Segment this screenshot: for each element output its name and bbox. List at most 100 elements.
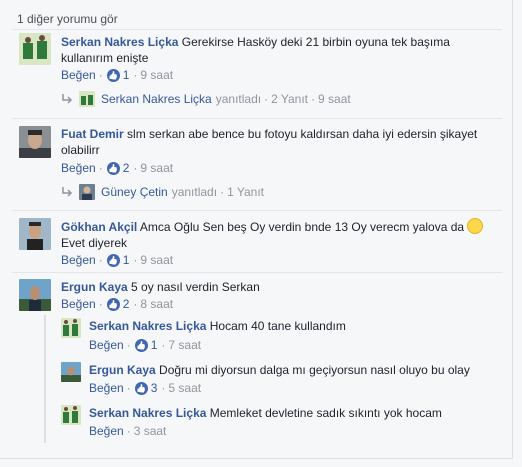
separator-dot: · — [98, 253, 103, 267]
comment-author[interactable]: Serkan Nakres Liçka — [61, 35, 178, 49]
reaction-summary[interactable]: 2 — [106, 297, 130, 311]
reply-action: yanıtladı — [171, 185, 218, 199]
divider — [12, 210, 502, 211]
reaction-summary[interactable]: 1 — [134, 338, 158, 352]
reply-body: Serkan Nakres Liçka Hocam 40 tane kullan… — [89, 318, 489, 334]
avatar[interactable] — [61, 318, 81, 338]
comment-author[interactable]: Fuat Demir — [61, 127, 124, 141]
reaction-count: 2 — [122, 297, 130, 311]
like-button[interactable]: Beğen — [61, 68, 96, 82]
comment-author[interactable]: Ergun Kaya — [61, 280, 128, 294]
reply-actions: Beğen · 1 · 7 saat — [89, 338, 201, 352]
avatar[interactable] — [61, 405, 81, 425]
timestamp[interactable]: 9 saat — [140, 68, 173, 82]
reply-author: Serkan Nakres Liçka — [101, 92, 212, 106]
reaction-summary[interactable]: 3 — [134, 381, 158, 395]
avatar[interactable] — [61, 362, 81, 382]
comments-panel: 1 diğer yorumu gör Serkan Nakres Liçka G… — [0, 0, 513, 459]
reply-arrow-icon — [62, 187, 73, 197]
comment-actions: Beğen · 1 · 9 saat — [61, 68, 173, 82]
separator-dot: · — [126, 381, 131, 395]
reaction-summary[interactable]: 1 — [106, 68, 129, 82]
timestamp[interactable]: 3 saat — [134, 424, 167, 438]
separator-dot: · — [133, 68, 138, 82]
separator-dot: · — [126, 338, 131, 352]
comment-text: slm serkan abe bence bu fotoyu kaldırsan… — [61, 127, 478, 157]
timestamp[interactable]: 7 saat — [168, 338, 201, 352]
reaction-summary[interactable]: 2 — [106, 161, 130, 175]
avatar — [79, 184, 95, 200]
comment-body: Fuat Demir slm serkan abe bence bu fotoy… — [61, 126, 491, 158]
reaction-count: 1 — [150, 338, 158, 352]
avatar[interactable] — [19, 279, 51, 311]
avatar[interactable] — [19, 126, 51, 158]
view-more-comments-link[interactable]: 1 diğer yorumu gör — [17, 12, 118, 26]
separator-dot: · — [220, 185, 225, 199]
reply-action: yanıtladı — [215, 92, 262, 106]
like-button[interactable]: Beğen — [89, 381, 124, 395]
reply-body: Serkan Nakres Liçka Memleket devletine s… — [89, 405, 489, 421]
avatar[interactable] — [19, 33, 51, 65]
comment-actions: Beğen · 2 · 9 saat — [61, 161, 173, 175]
timestamp[interactable]: 8 saat — [140, 297, 173, 311]
like-button[interactable]: Beğen — [61, 297, 96, 311]
reply-actions: Beğen · 3 saat — [89, 424, 166, 438]
reply-author: Güney Çetin — [101, 185, 168, 199]
separator-dot: · — [98, 161, 103, 175]
divider — [12, 272, 502, 273]
reply-body: Ergun Kaya Doğru mi diyorsun dalga mı ge… — [89, 362, 489, 378]
view-replies-link[interactable]: Güney Çetin yanıtladı · 1 Yanıt — [61, 184, 264, 200]
reply-count: 2 Yanıt — [271, 92, 309, 106]
reply-arrow-icon — [62, 94, 73, 104]
view-replies-link[interactable]: Serkan Nakres Liçka yanıtladı · 2 Yanıt … — [61, 91, 351, 107]
avatar — [79, 91, 95, 107]
like-button[interactable]: Beğen — [61, 253, 96, 267]
like-button[interactable]: Beğen — [61, 161, 96, 175]
like-icon — [106, 68, 120, 82]
comment-text-continued: Evet diyerek — [61, 236, 128, 250]
reply-actions: Beğen · 3 · 5 saat — [89, 381, 201, 395]
separator-dot: · — [133, 161, 138, 175]
reaction-count: 2 — [122, 161, 130, 175]
like-button[interactable]: Beğen — [89, 424, 124, 438]
smile-emoji-icon — [467, 218, 484, 234]
comment-actions: Beğen · 1 · 9 saat — [61, 253, 173, 267]
comment-actions: Beğen · 2 · 8 saat — [61, 297, 173, 311]
comment-body: Ergun Kaya 5 oy nasıl verdin Serkan — [61, 279, 491, 295]
timestamp: 9 saat — [318, 92, 351, 106]
reply-count: 1 Yanıt — [227, 185, 264, 199]
reply-text: Hocam 40 tane kullandım — [209, 319, 346, 333]
separator-dot: · — [98, 297, 103, 311]
reply-text: Memleket devletine sadık sıkıntı yok hoc… — [209, 406, 442, 420]
separator-dot: · — [161, 381, 166, 395]
comment-author[interactable]: Gökhan Akçil — [61, 220, 137, 234]
timestamp[interactable]: 9 saat — [140, 161, 173, 175]
reply-thread-line — [44, 315, 46, 443]
reaction-summary[interactable]: 1 — [106, 253, 130, 267]
timestamp[interactable]: 5 saat — [168, 381, 201, 395]
like-button[interactable]: Beğen — [89, 338, 124, 352]
reply-text: Doğru mi diyorsun dalga mı geçiyorsun na… — [159, 363, 470, 377]
separator-dot: · — [161, 338, 166, 352]
separator-dot: · — [126, 424, 131, 438]
reaction-count: 3 — [150, 381, 158, 395]
divider — [12, 29, 502, 30]
reply-author[interactable]: Ergun Kaya — [89, 363, 156, 377]
separator-dot: · — [98, 68, 103, 82]
avatar[interactable] — [19, 218, 51, 250]
like-icon — [134, 338, 148, 352]
separator-dot: · — [264, 92, 269, 106]
reply-author[interactable]: Serkan Nakres Liçka — [89, 319, 206, 333]
separator-dot: · — [311, 92, 316, 106]
reaction-count: 1 — [122, 253, 130, 267]
separator-dot: · — [133, 297, 138, 311]
comment-body: Serkan Nakres Liçka Gerekirse Hasköy dek… — [61, 34, 491, 66]
like-icon — [134, 381, 148, 395]
timestamp[interactable]: 9 saat — [140, 253, 173, 267]
separator-dot: · — [133, 253, 138, 267]
comment-body: Gökhan Akçil Amca Oğlu Sen beş Oy verdin… — [61, 218, 491, 251]
reply-author[interactable]: Serkan Nakres Liçka — [89, 406, 206, 420]
comment-text: 5 oy nasıl verdin Serkan — [131, 280, 260, 294]
divider — [12, 118, 502, 119]
like-icon — [106, 297, 120, 311]
